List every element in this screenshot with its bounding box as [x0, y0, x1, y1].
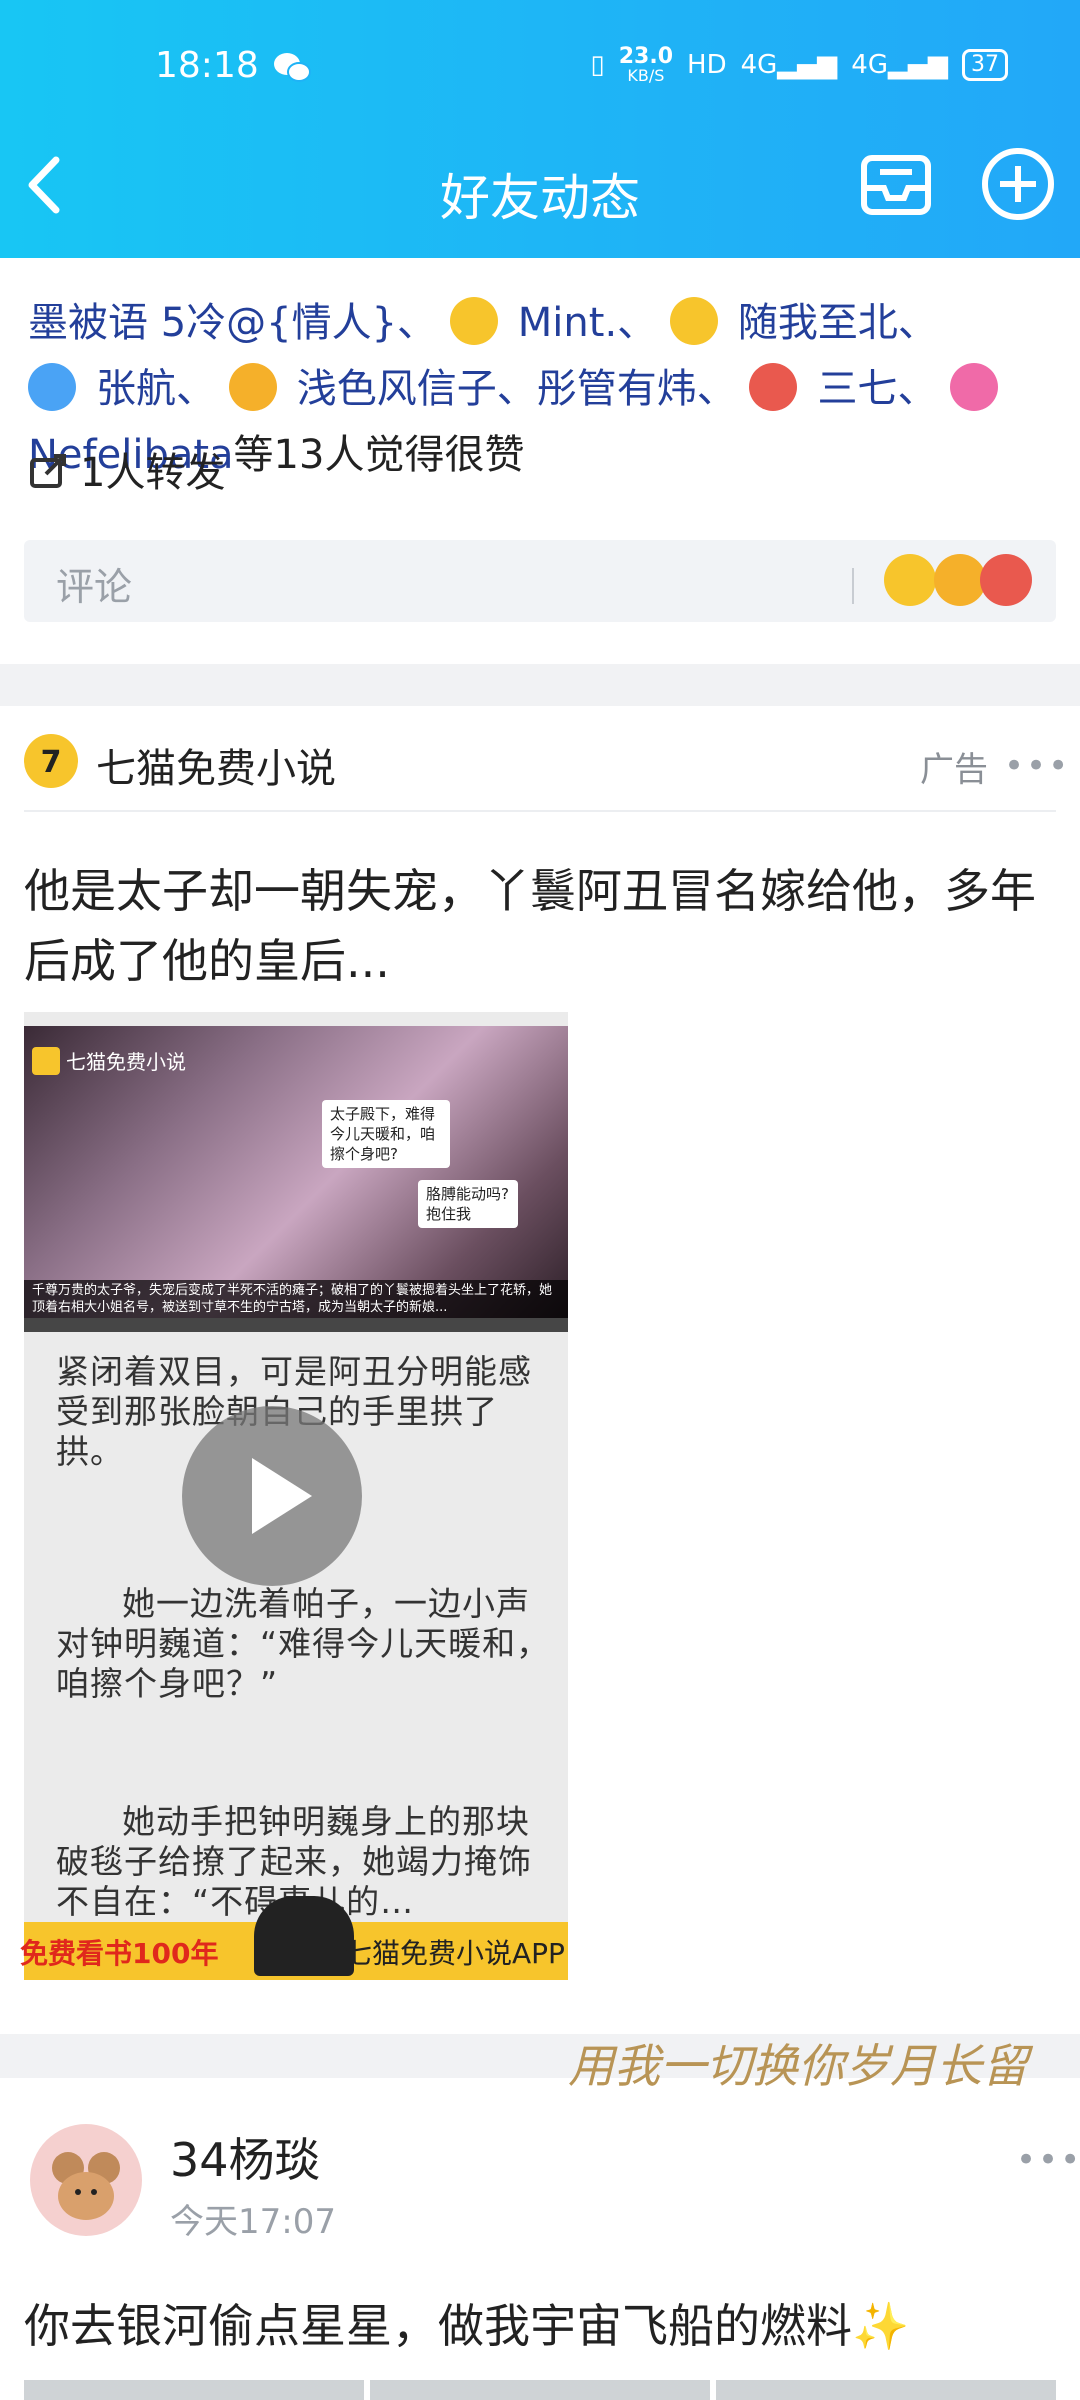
paw-icon [749, 363, 798, 411]
liker-name[interactable]: Mint. [518, 300, 617, 346]
video-cover-image: 七猫免费小说 太子殿下，难得今儿天暖和，咱擦个身吧? 胳膊能动吗?抱住我 千尊万… [24, 1026, 568, 1332]
comment-placeholder: 评论 [56, 565, 133, 609]
liker-partial[interactable]: 墨被语 5冷@{情人}、 [28, 300, 437, 346]
angry-emoji-icon[interactable] [980, 554, 1032, 606]
banner-left-text: 免费看书100年 [20, 1937, 219, 1970]
app-logo-icon [32, 1046, 60, 1075]
ad-divider [24, 810, 1056, 812]
liker-name[interactable]: 彤管有炜 [537, 366, 697, 412]
signature-text: 用我一切换你岁月长留 [568, 2039, 1028, 2093]
liker-name[interactable]: 三七 [817, 366, 897, 412]
vibrate-icon: ▯ [590, 50, 605, 80]
status-icons: ▯ 23.0 KB/S HD 4G▂▄▆ 4G▂▄▆ 37 [590, 40, 1008, 90]
cat-logo-icon [254, 1896, 354, 1976]
forward-row[interactable]: 1人转发 [28, 440, 225, 498]
post-image[interactable] [370, 2380, 710, 2400]
post-time: 今天17:07 [170, 2202, 336, 2242]
post-image[interactable] [716, 2380, 1056, 2400]
laugh-emoji-icon[interactable] [934, 554, 986, 606]
liker-name[interactable]: 随我至北 [738, 300, 898, 346]
liker-avatar-icon [228, 363, 277, 411]
svg-text:7: 7 [41, 745, 62, 780]
ad-headline[interactable]: 他是太子却一朝失宠，丫鬟阿丑冒名嫁给他，多年后成了他的皇后... [24, 856, 1054, 996]
post-author[interactable]: 34杨琰 [170, 2124, 321, 2190]
story-paragraph: 她一边洗着帕子，一边小声对钟明巍道：“难得今儿天暖和，咱擦个身吧？” [56, 1584, 551, 1703]
play-icon[interactable] [182, 1406, 362, 1586]
feed-divider [0, 664, 1080, 706]
star-icon [950, 363, 999, 411]
liker-name[interactable]: 张航 [96, 366, 176, 412]
add-icon[interactable] [978, 144, 1058, 224]
avatar[interactable] [30, 2124, 142, 2236]
speech-bubble: 太子殿下，难得今儿天暖和，咱擦个身吧? [322, 1100, 450, 1168]
likes-summary: 等13人觉得很赞 [233, 432, 525, 478]
liker-avatar-icon [449, 297, 498, 345]
forward-count: 1人转发 [80, 450, 226, 496]
ad-avatar[interactable]: 7 [24, 734, 78, 788]
share-icon [30, 454, 66, 488]
ad-label: 广告 [920, 750, 988, 790]
rocket-icon [28, 363, 76, 411]
post-text[interactable]: 你去银河偷点星星，做我宇宙飞船的燃料✨ [24, 2290, 909, 2356]
ad-account-name[interactable]: 七猫免费小说 [96, 736, 336, 794]
cover-logo: 七猫免费小说 [32, 1046, 186, 1075]
liker-name[interactable]: 浅色风信子 [297, 366, 497, 412]
signal-icon-2: 4G▂▄▆ [851, 50, 948, 80]
hd-label: HD [687, 50, 727, 80]
signal-icon-1: 4G▂▄▆ [740, 50, 838, 80]
network-speed: 23.0 KB/S [618, 44, 674, 85]
speech-bubble: 胳膊能动吗?抱住我 [418, 1180, 518, 1228]
status-bar: 18:18 ▯ 23.0 KB/S HD 4G▂▄▆ 4G▂▄▆ 37 [0, 0, 1080, 130]
wechat-icon [274, 53, 311, 82]
battery-icon: 37 [962, 49, 1008, 81]
banner-right-text: 七猫免费小说APP [344, 1937, 565, 1970]
liker-avatar-icon [669, 297, 718, 345]
more-icon[interactable]: ••• [1016, 2140, 1080, 2180]
message-box-icon[interactable] [856, 144, 936, 224]
cover-caption: 千尊万贵的太子爷，失宠后变成了半死不活的瘫子；破相了的丫鬟被摁着头坐上了花轿，她… [24, 1280, 568, 1332]
comment-divider [852, 568, 854, 604]
more-icon[interactable]: ••• [1004, 746, 1070, 786]
post-image[interactable] [24, 2380, 364, 2400]
status-time: 18:18 [155, 45, 259, 86]
grin-emoji-icon[interactable] [884, 554, 936, 606]
